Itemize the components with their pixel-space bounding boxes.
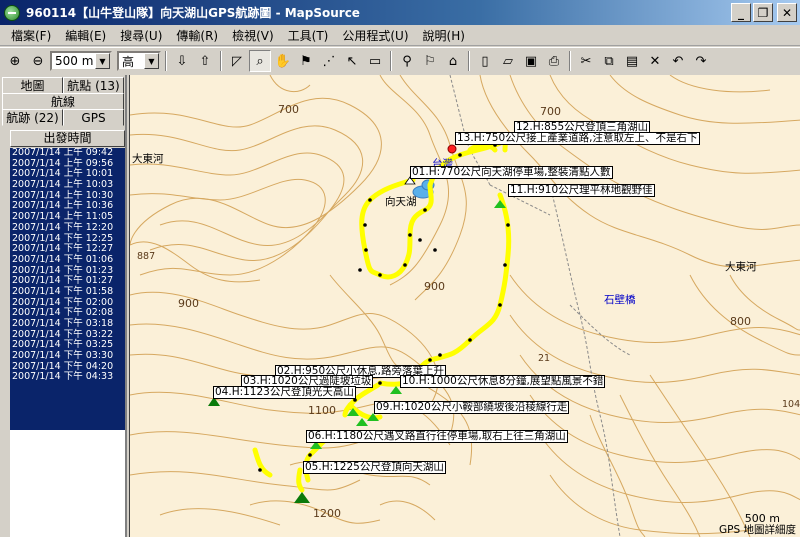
contour-label: 21 [538, 353, 551, 364]
toolbar: ⊕ ⊖ 500 m ▼ 高 ▼ ⇩ ⇧ ◸ ⌕ ✋ ⚑ ⋰ ↖ ▭ ⚲ ⚐ ⌂ … [0, 47, 800, 74]
waypoint-label[interactable]: 11.H:910公尺理平林地觀野佳 [508, 184, 655, 197]
mapsource-window: 960114【山牛登山隊】向天湖山GPS航跡圖 - MapSource _ ❐ … [0, 0, 800, 537]
maximize-button[interactable]: ❐ [753, 3, 773, 22]
find-nearest-icon[interactable]: ⚐ [419, 50, 441, 72]
place-label: 大東河 [132, 153, 164, 165]
place-label: 向天湖 [385, 196, 417, 208]
menu-help[interactable]: 說明(H) [416, 27, 472, 44]
chevron-down-icon[interactable]: ▼ [95, 53, 110, 69]
app-globe-icon [4, 4, 20, 21]
menu-file[interactable]: 檔案(F) [4, 27, 58, 44]
find-place-icon[interactable]: ⌂ [442, 50, 464, 72]
title-bar[interactable]: 960114【山牛登山隊】向天湖山GPS航跡圖 - MapSource _ ❐ … [0, 0, 800, 25]
waypoint-label[interactable]: 04.H:1123公尺登頂光天高山 [213, 386, 356, 399]
tab-maps[interactable]: 地圖 [2, 77, 63, 94]
copy-icon[interactable]: ⧉ [598, 50, 620, 72]
contour-label: 900 [178, 297, 199, 310]
tab-waypoints[interactable]: 航點 (13) [63, 77, 124, 94]
menu-view[interactable]: 檢視(V) [225, 27, 281, 44]
new-file-icon[interactable]: ▯ [474, 50, 496, 72]
track-row[interactable]: 2007/1/14 下午 12:20 [10, 222, 125, 234]
contour-label: 1040 [782, 399, 800, 410]
menu-transfer[interactable]: 傳輸(R) [169, 27, 225, 44]
waypoint-label[interactable]: 01.H:770公尺向天湖停車場,整裝清點人數 [410, 166, 613, 179]
track-row[interactable]: 2007/1/14 下午 01:06 [10, 254, 125, 266]
waypoint-label[interactable]: 09.H:1020公尺小鞍部繞坡後沿稜線行走 [374, 401, 570, 414]
zoom-in-icon[interactable]: ⊕ [4, 50, 26, 72]
toolbar-separator [390, 51, 392, 71]
menu-utilities[interactable]: 公用程式(U) [335, 27, 415, 44]
map-tool-icon[interactable]: ◸ [226, 50, 248, 72]
cut-icon[interactable]: ✂ [575, 50, 597, 72]
contour-label: 900 [424, 280, 445, 293]
window-controls: _ ❐ ✕ [731, 3, 797, 22]
track-list[interactable]: 2007/1/14 上午 09:42 2007/1/14 上午 09:56 2007… [10, 148, 125, 430]
undo-icon[interactable]: ↶ [667, 50, 689, 72]
send-to-device-icon[interactable]: ⇧ [194, 50, 216, 72]
tab-row-2: 航線 [2, 93, 124, 110]
tab-row-1: 地圖 航點 (13) [2, 77, 124, 94]
track-list-empty-area [10, 430, 125, 537]
contour-label: 1200 [313, 507, 341, 520]
waypoint-label[interactable]: 13.H:750公尺接上產業道路,注意取左上、不是右下 [455, 132, 700, 145]
waypoint-tool-icon[interactable]: ⚑ [295, 50, 317, 72]
hand-tool-icon[interactable]: ✋ [272, 50, 294, 72]
contour-label: 800 [730, 315, 751, 328]
detail-level-value: 高 [122, 54, 135, 69]
route-tool-icon[interactable]: ⋰ [318, 50, 340, 72]
minimize-button[interactable]: _ [731, 3, 751, 22]
find-icon[interactable]: ⚲ [396, 50, 418, 72]
save-icon[interactable]: ▣ [520, 50, 542, 72]
tab-tracks[interactable]: 航跡 (22) [2, 109, 63, 126]
contour-label: 1100 [308, 404, 336, 417]
contour-label: 700 [278, 103, 299, 116]
menu-tools[interactable]: 工具(T) [281, 27, 336, 44]
selection-tool-icon[interactable]: ↖ [341, 50, 363, 72]
map-detail-caption: GPS 地圖詳細度 [719, 524, 796, 536]
map-view[interactable]: 700 700 800 887 900 900 1100 1200 1040 8… [129, 75, 800, 537]
tab-gps[interactable]: GPS [63, 109, 124, 126]
close-button[interactable]: ✕ [777, 3, 797, 22]
contour-label: 700 [540, 105, 561, 118]
waypoint-label[interactable]: 05.H:1225公尺登頂向天湖山 [303, 461, 446, 474]
zoom-out-icon[interactable]: ⊖ [27, 50, 49, 72]
tab-row-3: 航跡 (22) GPS [2, 109, 124, 126]
menu-bar: 檔案(F) 編輯(E) 搜尋(U) 傳輸(R) 檢視(V) 工具(T) 公用程式… [0, 25, 800, 46]
waypoint-label[interactable]: 10.H:1000公尺休息8分鐘,展望點風景不錯 [400, 375, 606, 388]
toolbar-separator [468, 51, 470, 71]
detail-level-select[interactable]: 高 ▼ [117, 51, 161, 71]
zoom-level-select[interactable]: 500 m ▼ [50, 51, 112, 71]
menu-edit[interactable]: 編輯(E) [58, 27, 113, 44]
waypoint-label[interactable]: 06.H:1180公尺遇叉路直行往停車場,取右上往三角湖山 [306, 430, 568, 443]
print-icon[interactable]: ⎙ [543, 50, 565, 72]
menu-search[interactable]: 搜尋(U) [113, 27, 169, 44]
track-row[interactable]: 2007/1/14 下午 04:33 [10, 372, 125, 383]
column-header-start-time[interactable]: 出發時間 [10, 130, 125, 147]
zoom-level-value: 500 m [55, 54, 94, 68]
left-panel: 地圖 航點 (13) 航線 航跡 (22) GPS 出發時間 2007/1/14… [0, 75, 127, 537]
redo-icon[interactable]: ↷ [690, 50, 712, 72]
distance-tool-icon[interactable]: ▭ [364, 50, 386, 72]
contour-label: 887 [137, 251, 156, 262]
chevron-down-icon[interactable]: ▼ [144, 53, 159, 69]
zoom-tool-icon[interactable]: ⌕ [249, 50, 271, 72]
receive-from-device-icon[interactable]: ⇩ [171, 50, 193, 72]
tab-routes[interactable]: 航線 [2, 93, 124, 110]
toolbar-separator [569, 51, 571, 71]
toolbar-separator [220, 51, 222, 71]
place-label: 石壁橋 [604, 294, 636, 306]
toolbar-separator [165, 51, 167, 71]
window-title: 960114【山牛登山隊】向天湖山GPS航跡圖 - MapSource [26, 6, 360, 20]
place-label: 大東河 [725, 261, 757, 273]
delete-icon[interactable]: ✕ [644, 50, 666, 72]
open-file-icon[interactable]: ▱ [497, 50, 519, 72]
paste-icon[interactable]: ▤ [621, 50, 643, 72]
